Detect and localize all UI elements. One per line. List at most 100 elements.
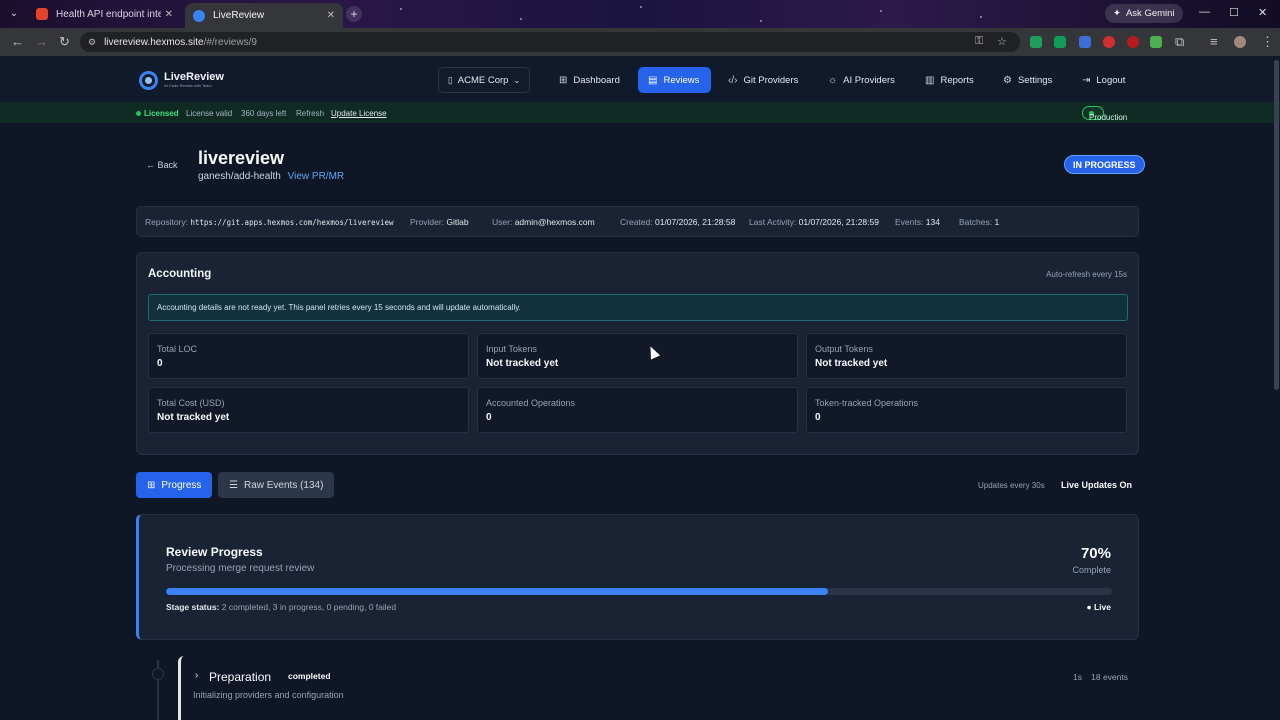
browser-tab-strip: ⌄ Health API endpoint integration ✕ Live… [0,0,1280,28]
provider-info: Provider: Gitlab [410,217,469,227]
new-tab-plus-icon[interactable]: + [346,6,362,22]
background-star [880,10,882,12]
tab-title: Health API endpoint integration [56,8,161,20]
license-valid: License valid [186,109,233,118]
gitlab-favicon-icon [36,8,48,20]
extension-icon[interactable] [1079,36,1091,48]
app-logo[interactable]: LiveReview AI Code Review with Team [139,71,224,90]
progress-complete-label: Complete [1072,565,1111,575]
org-selector[interactable]: ▯ ACME Corp ⌄ [438,67,530,93]
bookmark-star-icon[interactable]: ☆ [997,35,1007,48]
close-window-icon[interactable]: ✕ [1258,6,1267,19]
environment-badge: Production [1082,106,1127,122]
stage-description: Initializing providers and configuration [193,690,344,700]
bar-chart-icon: ▥ [925,74,935,86]
app-header: LiveReview AI Code Review with Team ▯ AC… [0,56,1280,103]
user-info: User: admin@hexmos.com [492,217,595,227]
live-updates-toggle[interactable]: Live Updates On [1061,480,1132,490]
license-status-label: Licensed [144,109,179,118]
close-tab-icon[interactable]: ✕ [327,10,335,21]
extension-icon[interactable] [1127,36,1139,48]
nav-label: Logout [1096,74,1126,86]
nav-label: Settings [1017,74,1053,86]
metric-label: Token-tracked Operations [815,398,919,408]
nav-label: AI Providers [843,74,895,86]
maximize-icon[interactable]: ☐ [1229,6,1239,19]
document-icon: ▤ [648,74,658,86]
progress-subtitle: Processing merge request review [166,563,315,574]
nav-label: Dashboard [573,74,620,86]
stage-status: Stage status: 2 completed, 3 in progress… [166,602,396,612]
created-value: 01/07/2026, 21:28:58 [654,217,736,227]
profile-avatar[interactable] [1234,36,1246,48]
tab-raw-events[interactable]: ☰ Raw Events (134) [218,472,335,498]
auto-refresh-label: Auto-refresh every 15s [1046,270,1127,279]
browser-menu-icon[interactable]: ⋮ [1261,35,1274,49]
nav-git-providers[interactable]: ‹/› Git Providers [718,67,808,93]
browser-tab-livereview[interactable]: LiveReview ✕ [185,3,343,28]
metric-label: Output Tokens [815,344,873,354]
license-refresh-button[interactable]: Refresh [296,109,324,118]
chevron-right-icon[interactable]: › [195,670,198,681]
progress-bar [166,588,1112,595]
nav-reports[interactable]: ▥ Reports [915,67,984,93]
building-icon: ▯ [447,74,453,85]
nav-reviews[interactable]: ▤ Reviews [638,67,711,93]
metric-value: 0 [815,412,821,423]
stage-item-preparation[interactable]: › Preparation completed Initializing pro… [178,656,1139,720]
nav-logout[interactable]: ⇥ Logout [1072,67,1135,93]
extension-icon[interactable] [1030,36,1042,48]
reload-icon[interactable]: ↻ [59,35,70,49]
back-button[interactable]: ← Back [146,160,178,170]
password-key-icon[interactable]: ⚿ [975,35,983,48]
back-arrow-icon[interactable]: ← [11,35,24,49]
events-info: Events: 134 [895,217,940,227]
metric-input-tokens: Input Tokens Not tracked yet [477,333,798,379]
close-tab-icon[interactable]: ✕ [165,9,173,20]
logout-icon: ⇥ [1082,74,1091,86]
grid-icon: ⊞ [147,479,156,491]
metric-value: Not tracked yet [157,412,230,423]
metric-value: Not tracked yet [815,358,888,369]
stage-status-value: 2 completed, 3 in progress, 0 pending, 0… [221,602,397,612]
accounting-notice: Accounting details are not ready yet. Th… [148,294,1128,321]
tab-search-chevron-icon[interactable]: ⌄ [6,6,22,22]
extension-icon[interactable] [1103,36,1115,48]
update-license-link[interactable]: Update License [331,109,387,118]
provider-value: Gitlab [446,217,469,227]
activity-info: Last Activity: 01/07/2026, 21:28:59 [749,217,879,227]
updates-interval: Updates every 30s [978,481,1045,490]
site-info-icon[interactable]: ⚙ [88,37,96,48]
browser-tab-gitlab[interactable]: Health API endpoint integration ✕ [28,3,181,25]
code-icon: ‹/› [728,74,738,86]
forward-arrow-icon[interactable]: → [35,35,48,49]
nav-ai-providers[interactable]: ☼ AI Providers [818,67,905,93]
live-indicator: ● Live [1086,602,1111,612]
reading-list-icon[interactable]: ≡ [1210,35,1218,49]
tab-progress[interactable]: ⊞ Progress [136,472,213,498]
metric-label: Total LOC [157,344,198,354]
extension-icon[interactable] [1054,36,1066,48]
bulb-icon: ☼ [828,74,838,86]
repository-label: Repository: [145,217,188,227]
created-label: Created: [620,217,653,227]
view-pr-link[interactable]: View PR/MR [288,171,345,182]
nav-settings[interactable]: ⚙ Settings [993,67,1062,93]
extensions-puzzle-icon[interactable]: ⧉ [1175,35,1184,49]
nav-dashboard[interactable]: ⊞ Dashboard [549,67,630,93]
url-field[interactable]: ⚙ livereview.hexmos.site/#/reviews/9 ⚿ ☆ [80,32,1020,52]
page-scrollbar[interactable] [1274,60,1279,390]
review-subtitle: ganesh/add-health View PR/MR [198,171,344,182]
minimize-icon[interactable]: — [1199,6,1210,18]
org-name: ACME Corp [457,74,509,86]
ask-gemini-label: Ask Gemini [1125,8,1175,19]
accounting-panel: Accounting Auto-refresh every 15s Accoun… [136,252,1139,455]
logo-mark-icon [139,71,158,90]
extension-icon[interactable] [1150,36,1162,48]
ask-gemini-button[interactable]: ✦ Ask Gemini [1105,4,1183,23]
timeline-node-icon [152,668,164,680]
provider-label: Provider: [410,217,445,227]
metric-token-tracked-operations: Token-tracked Operations 0 [806,387,1127,433]
user-label: User: [492,217,513,227]
metric-label: Accounted Operations [486,398,576,408]
